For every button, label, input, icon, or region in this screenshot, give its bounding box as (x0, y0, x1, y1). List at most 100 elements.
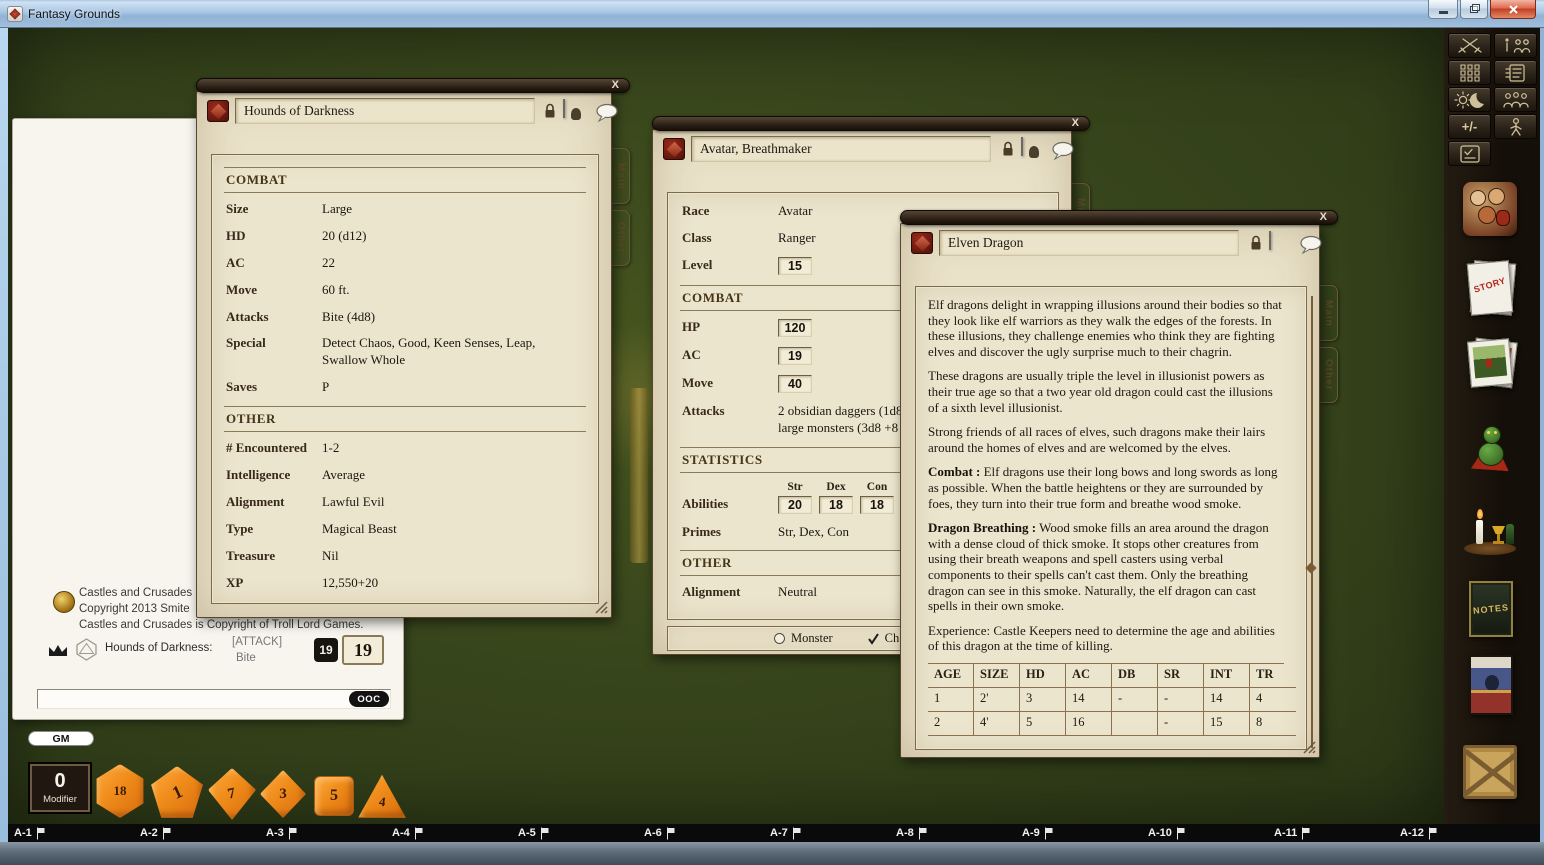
flag-icon (414, 827, 424, 840)
monster-radio[interactable] (774, 633, 785, 644)
hotkey-tab[interactable]: A-5 (518, 824, 550, 842)
dice-tower-button[interactable] (1448, 60, 1491, 85)
hotkey-tab[interactable]: A-10 (1148, 824, 1186, 842)
flag-icon (792, 827, 802, 840)
hp-field[interactable]: 120 (778, 319, 812, 337)
str-field[interactable]: 20 (778, 496, 812, 514)
library-button[interactable] (1494, 33, 1537, 58)
hotkey-tab[interactable]: A-1 (14, 824, 46, 842)
story-window-elven-dragon: X Main Other Elf dragons delight in wrap… (900, 210, 1338, 760)
section-heading-combat: COMBAT (224, 167, 586, 193)
tables-crate-button[interactable] (1458, 740, 1524, 806)
ac-field[interactable]: 19 (778, 347, 812, 365)
tokens-bag-button[interactable] (1494, 114, 1537, 139)
image-icon[interactable] (1269, 231, 1271, 250)
notebook-button[interactable] (1494, 60, 1537, 85)
story-name-field[interactable] (939, 230, 1239, 256)
window-title: Fantasy Grounds (28, 7, 120, 21)
lock-icon[interactable] (1001, 140, 1015, 157)
portrait-icon[interactable] (563, 99, 565, 118)
hotkey-tab[interactable]: A-11 (1274, 824, 1311, 842)
lock-icon[interactable] (543, 102, 557, 119)
flag-icon (1301, 827, 1311, 840)
record-die-icon[interactable] (207, 100, 229, 122)
die-d6[interactable]: 5 (314, 776, 354, 816)
chat-input[interactable] (37, 689, 391, 709)
window-drag-bar[interactable]: X (196, 78, 630, 93)
scrollbar-track[interactable] (1311, 296, 1313, 748)
hotkey-tab[interactable]: A-9 (1022, 824, 1054, 842)
chat-bubble-icon[interactable] (1299, 235, 1323, 254)
hotkey-tab[interactable]: A-4 (392, 824, 424, 842)
character-name-field[interactable] (691, 136, 991, 162)
roll-source: Hounds of Darkness: (105, 642, 212, 654)
npc-name-field[interactable] (235, 98, 535, 124)
die-result-chip[interactable]: 19 (314, 638, 338, 662)
stat-row: TypeMagical Beast (226, 521, 584, 538)
sheet-content: COMBAT SizeLarge HD20 (d12) AC22 Move60 … (211, 154, 599, 604)
gm-identity-button[interactable]: GM (28, 731, 94, 746)
roll-total-box[interactable]: 19 (342, 635, 384, 665)
tab-other[interactable]: Other (1320, 347, 1338, 403)
items-button[interactable] (1458, 498, 1524, 564)
flag-icon (918, 827, 928, 840)
module-medallion-icon (53, 591, 75, 613)
os-title-bar[interactable]: Fantasy Grounds (0, 0, 1544, 28)
attack-tools-button[interactable] (1448, 33, 1491, 58)
modifiers-button[interactable]: +/- (1448, 114, 1491, 139)
tab-other[interactable]: Other (612, 210, 630, 266)
hotkey-tab[interactable]: A-12 (1400, 824, 1438, 842)
window-drag-bar[interactable]: X (900, 210, 1338, 225)
stat-row: AttacksBite (4d8) (226, 309, 584, 326)
window-drag-bar[interactable]: X (652, 116, 1090, 131)
notes-button[interactable]: NOTES (1458, 578, 1524, 644)
tab-main[interactable]: Main (612, 148, 630, 204)
story-paragraph: Experience: Castle Keepers need to deter… (928, 623, 1284, 654)
minimize-button[interactable] (1428, 0, 1458, 19)
close-icon[interactable]: X (1320, 211, 1327, 225)
monster-head (1483, 426, 1501, 444)
hotkey-tab[interactable]: A-8 (896, 824, 928, 842)
record-die-icon[interactable] (911, 232, 933, 254)
restore-button[interactable] (1460, 0, 1488, 19)
story-button[interactable]: STORY (1458, 260, 1524, 326)
tokens-button[interactable] (1458, 418, 1524, 484)
portrait-icon[interactable] (1021, 137, 1023, 156)
chat-bubble-icon[interactable] (1051, 141, 1075, 160)
window-bottom-frame (0, 842, 1544, 865)
level-field[interactable]: 15 (778, 257, 812, 275)
modifier-box[interactable]: 0 Modifier (28, 762, 92, 814)
scrollbar-handle[interactable] (1305, 562, 1316, 573)
character-check-icon[interactable] (867, 633, 880, 645)
record-die-icon[interactable] (663, 138, 685, 160)
options-button[interactable] (1448, 87, 1491, 112)
modules-button[interactable] (1458, 654, 1524, 720)
effects-button[interactable] (1448, 141, 1491, 166)
hotkey-tab[interactable]: A-2 (140, 824, 172, 842)
hotkey-tab[interactable]: A-3 (266, 824, 298, 842)
con-field[interactable]: 18 (860, 496, 894, 514)
hotkey-tab[interactable]: A-6 (644, 824, 676, 842)
resize-grip[interactable] (595, 601, 608, 614)
app-icon (7, 6, 23, 22)
stat-row: SizeLarge (226, 201, 584, 218)
close-icon[interactable]: X (1072, 117, 1079, 131)
lock-icon[interactable] (1249, 234, 1263, 251)
story-paragraph: Strong friends of all races of elves, su… (928, 424, 1284, 455)
hotkey-tab[interactable]: A-7 (770, 824, 802, 842)
story-paragraph: Elf dragons delight in wrapping illusion… (928, 297, 1284, 359)
move-field[interactable]: 40 (778, 375, 812, 393)
dex-field[interactable]: 18 (819, 496, 853, 514)
chat-bubble-icon[interactable] (595, 103, 619, 122)
story-content: Elf dragons delight in wrapping illusion… (915, 286, 1307, 750)
party-button[interactable] (1494, 87, 1537, 112)
close-icon[interactable]: X (612, 79, 619, 93)
resize-grip[interactable] (1303, 741, 1316, 754)
tab-main[interactable]: Main (1320, 285, 1338, 341)
fantasy-grounds-app: Fantasy Grounds Castles and Crusades Cop… (0, 0, 1544, 865)
npc-window-hounds: X Main Other COMBAT SizeLarge HD20 (d12)… (196, 78, 630, 620)
images-button[interactable] (1458, 338, 1524, 404)
characters-button[interactable] (1458, 178, 1524, 244)
ooc-mode-badge[interactable]: OOC (349, 691, 389, 707)
close-window-button[interactable] (1490, 0, 1536, 19)
